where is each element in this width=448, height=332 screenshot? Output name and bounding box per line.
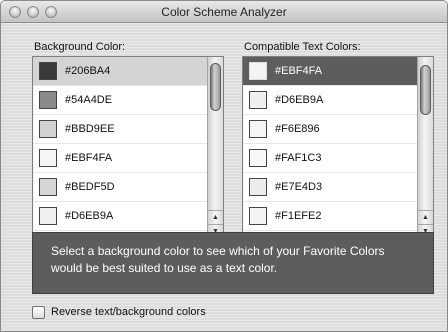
color-code: #BBD9EE xyxy=(65,123,115,135)
list-item[interactable]: #BEDF5D xyxy=(33,173,207,202)
color-code: #F1EFE2 xyxy=(275,210,322,222)
color-code: #D6EB9A xyxy=(275,94,324,106)
color-code: #FAF1C3 xyxy=(275,152,322,164)
list-item[interactable]: #54A4DE xyxy=(33,86,207,115)
background-color-list[interactable]: #206BA4 #54A4DE #BBD9EE #EBF4FA #BEDF5D xyxy=(32,56,224,239)
color-swatch xyxy=(249,120,267,138)
background-color-label: Background Color: xyxy=(34,41,126,53)
color-swatch xyxy=(249,62,267,80)
color-swatch xyxy=(249,91,267,109)
color-swatch xyxy=(39,91,57,109)
info-message: Select a background color to see which o… xyxy=(32,232,434,294)
scrollbar-thumb[interactable] xyxy=(420,65,431,115)
list-item[interactable]: #EBF4FA xyxy=(243,57,417,86)
list-item[interactable]: #FAF1C3 xyxy=(243,144,417,173)
compatible-text-colors-label: Compatible Text Colors: xyxy=(244,41,361,53)
list-item[interactable]: #BBD9EE xyxy=(33,115,207,144)
color-swatch xyxy=(39,178,57,196)
app-window: Color Scheme Analyzer Background Color: … xyxy=(0,0,448,332)
color-swatch xyxy=(39,62,57,80)
reverse-colors-checkbox[interactable] xyxy=(32,305,45,319)
color-swatch xyxy=(39,120,57,138)
color-code: #E7E4D3 xyxy=(275,181,323,193)
color-code: #D6EB9A xyxy=(65,210,114,222)
color-code: #F6E896 xyxy=(275,123,320,135)
color-code: #EBF4FA xyxy=(65,152,113,164)
color-swatch xyxy=(39,149,57,167)
color-code: #54A4DE xyxy=(65,94,113,106)
reverse-colors-label[interactable]: Reverse text/background colors xyxy=(51,306,206,318)
list-item[interactable]: #F6E896 xyxy=(243,115,417,144)
color-code: #206BA4 xyxy=(65,65,111,77)
scrollbar-thumb[interactable] xyxy=(210,63,221,111)
color-swatch xyxy=(249,178,267,196)
list-item[interactable]: #D6EB9A xyxy=(33,202,207,231)
text-color-rows: #EBF4FA #D6EB9A #F6E896 #FAF1C3 #E7E4D3 xyxy=(243,57,417,238)
compatible-text-color-list[interactable]: #EBF4FA #D6EB9A #F6E896 #FAF1C3 #E7E4D3 xyxy=(242,56,434,239)
list-item[interactable]: #E7E4D3 xyxy=(243,173,417,202)
title-bar: Color Scheme Analyzer xyxy=(1,1,447,23)
color-swatch xyxy=(39,207,57,225)
list-item[interactable]: #F1EFE2 xyxy=(243,202,417,231)
window-title: Color Scheme Analyzer xyxy=(161,5,287,19)
list-item[interactable]: #206BA4 xyxy=(33,57,207,86)
background-color-rows: #206BA4 #54A4DE #BBD9EE #EBF4FA #BEDF5D xyxy=(33,57,207,238)
window-content: Background Color: Compatible Text Colors… xyxy=(1,23,447,331)
text-list-scrollbar[interactable]: ▲ ▼ xyxy=(417,57,433,238)
reverse-colors-option[interactable]: Reverse text/background colors xyxy=(32,304,206,320)
background-list-scrollbar[interactable]: ▲ ▼ xyxy=(207,57,223,238)
color-code: #EBF4FA xyxy=(275,65,323,77)
scroll-up-icon[interactable]: ▲ xyxy=(208,210,223,224)
color-swatch xyxy=(249,149,267,167)
color-swatch xyxy=(249,207,267,225)
list-item[interactable]: #EBF4FA xyxy=(33,144,207,173)
color-code: #BEDF5D xyxy=(65,181,115,193)
list-item[interactable]: #D6EB9A xyxy=(243,86,417,115)
scroll-up-icon[interactable]: ▲ xyxy=(418,210,433,224)
